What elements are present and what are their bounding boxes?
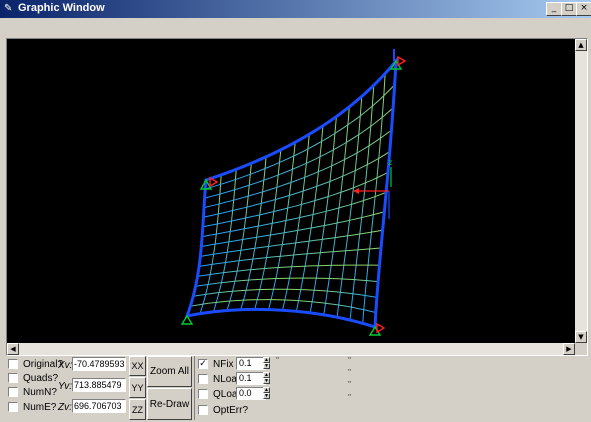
load-arrow-icon bbox=[376, 322, 386, 334]
menu-bar-area bbox=[0, 18, 591, 38]
graphics-canvas[interactable]: z bbox=[7, 39, 575, 343]
yv-label: Yv: bbox=[58, 381, 73, 392]
option-quads[interactable]: Quads? bbox=[8, 371, 58, 385]
nload-spinner[interactable]: ▲ ▼ bbox=[263, 372, 270, 385]
nfix-checkbox[interactable]: ✓ bbox=[198, 359, 208, 369]
xv-label: Xv: bbox=[58, 360, 73, 371]
svg-text:z: z bbox=[388, 158, 392, 167]
view-yy-button[interactable]: YY bbox=[129, 377, 146, 398]
nume-checkbox[interactable] bbox=[8, 402, 18, 412]
minimize-button[interactable]: _ bbox=[546, 2, 562, 16]
mesh-line bbox=[240, 156, 267, 310]
view-zz-button[interactable]: ZZ bbox=[129, 399, 146, 420]
mesh-line bbox=[200, 229, 383, 257]
quads-checkbox[interactable] bbox=[8, 373, 18, 383]
tick-mark: '' bbox=[348, 356, 352, 365]
mesh-line bbox=[295, 125, 324, 312]
nload-value-field[interactable]: 0.1 bbox=[236, 372, 266, 385]
support-icon bbox=[180, 314, 194, 325]
option-numn[interactable]: NumN? bbox=[8, 385, 57, 399]
nfix-value-field[interactable]: 0.1 bbox=[236, 357, 266, 370]
redraw-button[interactable]: Re-Draw bbox=[147, 388, 192, 420]
opterr-checkbox[interactable] bbox=[198, 405, 208, 415]
horizontal-scrollbar[interactable]: ◀ ▶ bbox=[7, 343, 575, 355]
load-arrow-icon bbox=[397, 55, 407, 67]
nfix-spinner[interactable]: ▲ ▼ bbox=[263, 357, 270, 370]
maximize-button[interactable]: □ bbox=[561, 2, 577, 16]
view-xx-button[interactable]: XX bbox=[129, 356, 146, 376]
numn-checkbox[interactable] bbox=[8, 387, 18, 397]
graphics-viewport: z ▲ ▼ ◀ ▶ bbox=[6, 38, 588, 356]
scrollbar-corner bbox=[575, 343, 587, 355]
xv-field[interactable]: -70.4789593 bbox=[72, 357, 126, 371]
panel-divider bbox=[194, 356, 195, 420]
load-arrow-icon bbox=[209, 176, 219, 188]
qload-value-field[interactable]: 0.0 bbox=[236, 387, 266, 400]
nume-label: NumE? bbox=[23, 401, 57, 413]
mesh-line bbox=[268, 142, 296, 310]
original-checkbox[interactable] bbox=[8, 359, 18, 369]
tick-mark: '' bbox=[348, 380, 352, 389]
close-button[interactable]: × bbox=[576, 2, 591, 16]
yv-field[interactable]: 713.885479 bbox=[72, 378, 126, 392]
zv-label: Zv: bbox=[58, 402, 72, 413]
scroll-up-button[interactable]: ▲ bbox=[575, 39, 587, 51]
tick-mark: '' bbox=[348, 393, 352, 402]
tick-mark: '' bbox=[276, 356, 280, 365]
window-title: Graphic Window bbox=[18, 2, 105, 14]
scroll-down-button[interactable]: ▼ bbox=[575, 331, 587, 343]
control-panel: Original? Quads? NumN? NumE? Xv: -70.478… bbox=[0, 356, 591, 422]
zv-field[interactable]: 696.706703 bbox=[72, 399, 126, 413]
numn-label: NumN? bbox=[23, 386, 57, 398]
title-bar[interactable]: ✎ Graphic Window _ □ × bbox=[0, 0, 591, 18]
mesh-line bbox=[254, 149, 282, 310]
quads-label: Quads? bbox=[23, 372, 59, 384]
zoom-all-button[interactable]: Zoom All bbox=[147, 356, 192, 387]
mesh-line bbox=[282, 134, 310, 311]
option-opterr[interactable]: OptErr? bbox=[198, 403, 248, 417]
mesh-line bbox=[192, 288, 377, 298]
scroll-right-button[interactable]: ▶ bbox=[563, 343, 575, 355]
option-nfix[interactable]: ✓ NFix bbox=[198, 357, 234, 371]
nload-checkbox[interactable] bbox=[198, 374, 208, 384]
option-original[interactable]: Original? bbox=[8, 357, 63, 371]
scroll-left-button[interactable]: ◀ bbox=[7, 343, 19, 355]
nfix-label: NFix bbox=[213, 358, 234, 370]
option-nume[interactable]: NumE? bbox=[8, 400, 56, 414]
qload-spinner[interactable]: ▲ ▼ bbox=[263, 387, 270, 400]
vertical-scrollbar[interactable]: ▲ ▼ bbox=[575, 39, 587, 343]
qload-checkbox[interactable] bbox=[198, 389, 208, 399]
opterr-label: OptErr? bbox=[213, 404, 249, 416]
tick-mark: '' bbox=[348, 368, 352, 377]
mesh-grid bbox=[189, 73, 395, 324]
pen-icon: ✎ bbox=[4, 3, 13, 14]
mesh-drawing: z bbox=[180, 49, 407, 336]
